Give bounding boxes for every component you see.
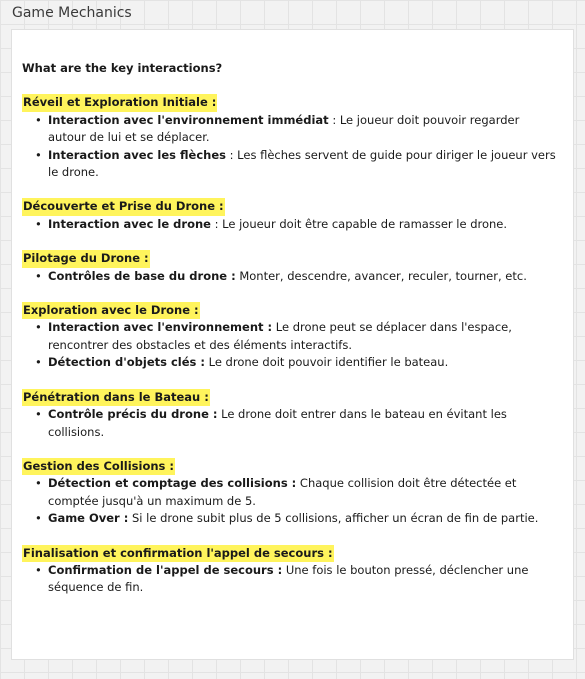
section: Découverte et Prise du Drone : • Interacti… bbox=[22, 198, 557, 233]
item-label: Contrôles de base du drone : bbox=[48, 268, 236, 283]
section-title: Exploration avec le Drone : bbox=[22, 302, 200, 320]
document-body: What are the key interactions? Réveil et… bbox=[22, 60, 557, 614]
item-text: Monter, descendre, avancer, reculer, tou… bbox=[235, 268, 527, 283]
item-label: Contrôle précis du drone : bbox=[48, 407, 218, 422]
bullet-dot-icon: • bbox=[35, 562, 42, 577]
bullet-list: • Interaction avec l'environnement immédi… bbox=[22, 112, 557, 182]
list-item: • Détection et comptage des collisions : … bbox=[22, 475, 557, 510]
item-label: Détection d'objets clés : bbox=[48, 355, 205, 370]
bullet-dot-icon: • bbox=[35, 147, 42, 162]
item-label: Interaction avec l'environnement immédia… bbox=[48, 112, 329, 127]
bullet-dot-icon: • bbox=[35, 112, 42, 127]
section: Gestion des Collisions : • Détection et co… bbox=[22, 457, 557, 528]
bullet-dot-icon: • bbox=[35, 407, 42, 422]
bullet-list: • Contrôles de base du drone : Monter, de… bbox=[22, 268, 557, 285]
bullet-dot-icon: • bbox=[35, 216, 42, 231]
bullet-list: • Confirmation de l'appel de secours : Un… bbox=[22, 562, 557, 597]
list-item: • Confirmation de l'appel de secours : Un… bbox=[22, 562, 557, 597]
section-title: Pénétration dans le Bateau : bbox=[22, 388, 210, 407]
item-text: Si le drone subit plus de 5 collisions, … bbox=[128, 511, 539, 526]
document-card[interactable]: What are the key interactions? Réveil et… bbox=[11, 29, 574, 660]
item-label: Interaction avec l'environnement : bbox=[48, 320, 273, 335]
list-item: • Interaction avec l'environnement : Le d… bbox=[22, 319, 557, 354]
frame-title[interactable]: Game Mechanics bbox=[12, 5, 132, 21]
section-title: Pilotage du Drone : bbox=[22, 250, 150, 268]
item-label: Détection et comptage des collisions : bbox=[48, 476, 297, 491]
bullet-dot-icon: • bbox=[35, 476, 42, 491]
section: Finalisation et confirmation l'appel de … bbox=[22, 544, 557, 597]
bullet-dot-icon: • bbox=[35, 268, 42, 283]
bullet-list: • Contrôle précis du drone : Le drone doi… bbox=[22, 406, 557, 441]
item-label: Confirmation de l'appel de secours : bbox=[48, 562, 283, 577]
list-item: • Interaction avec les flèches : Les flèc… bbox=[22, 147, 557, 182]
bullet-list: • Interaction avec le drone : Le joueur d… bbox=[22, 216, 557, 233]
item-label: Game Over : bbox=[48, 511, 129, 526]
section: Pilotage du Drone : • Contrôles de base du… bbox=[22, 250, 557, 285]
sections-container: Réveil et Exploration Initiale : • Interac… bbox=[22, 94, 557, 596]
bullet-list: • Interaction avec l'environnement : Le d… bbox=[22, 319, 557, 371]
item-text: : Le joueur doit être capable de ramasse… bbox=[210, 216, 508, 231]
section: Exploration avec le Drone : • Interaction … bbox=[22, 302, 557, 372]
section: Pénétration dans le Bateau : • Contrôle pr… bbox=[22, 388, 557, 441]
list-item: • Game Over : Si le drone subit plus de 5… bbox=[22, 510, 557, 527]
list-item: • Interaction avec l'environnement immédi… bbox=[22, 112, 557, 147]
item-label: Interaction avec le drone bbox=[48, 216, 211, 231]
section-title: Gestion des Collisions : bbox=[22, 457, 175, 476]
list-item: • Interaction avec le drone : Le joueur d… bbox=[22, 216, 557, 233]
section-title: Réveil et Exploration Initiale : bbox=[22, 94, 218, 112]
bullet-dot-icon: • bbox=[35, 511, 42, 526]
section-title: Découverte et Prise du Drone : bbox=[22, 198, 225, 216]
list-item: • Contrôle précis du drone : Le drone doi… bbox=[22, 406, 557, 441]
question-heading: What are the key interactions? bbox=[22, 61, 223, 75]
list-item: • Contrôles de base du drone : Monter, de… bbox=[22, 268, 557, 285]
section: Réveil et Exploration Initiale : • Interac… bbox=[22, 94, 557, 181]
bullet-dot-icon: • bbox=[35, 355, 42, 370]
item-label: Interaction avec les flèches bbox=[48, 147, 226, 162]
bullet-list: • Détection et comptage des collisions : … bbox=[22, 475, 557, 527]
section-title: Finalisation et confirmation l'appel de … bbox=[22, 544, 334, 562]
item-text: Le drone doit pouvoir identifier le bate… bbox=[204, 355, 449, 370]
list-item: • Détection d'objets clés : Le drone doit… bbox=[22, 354, 557, 371]
bullet-dot-icon: • bbox=[35, 320, 42, 335]
